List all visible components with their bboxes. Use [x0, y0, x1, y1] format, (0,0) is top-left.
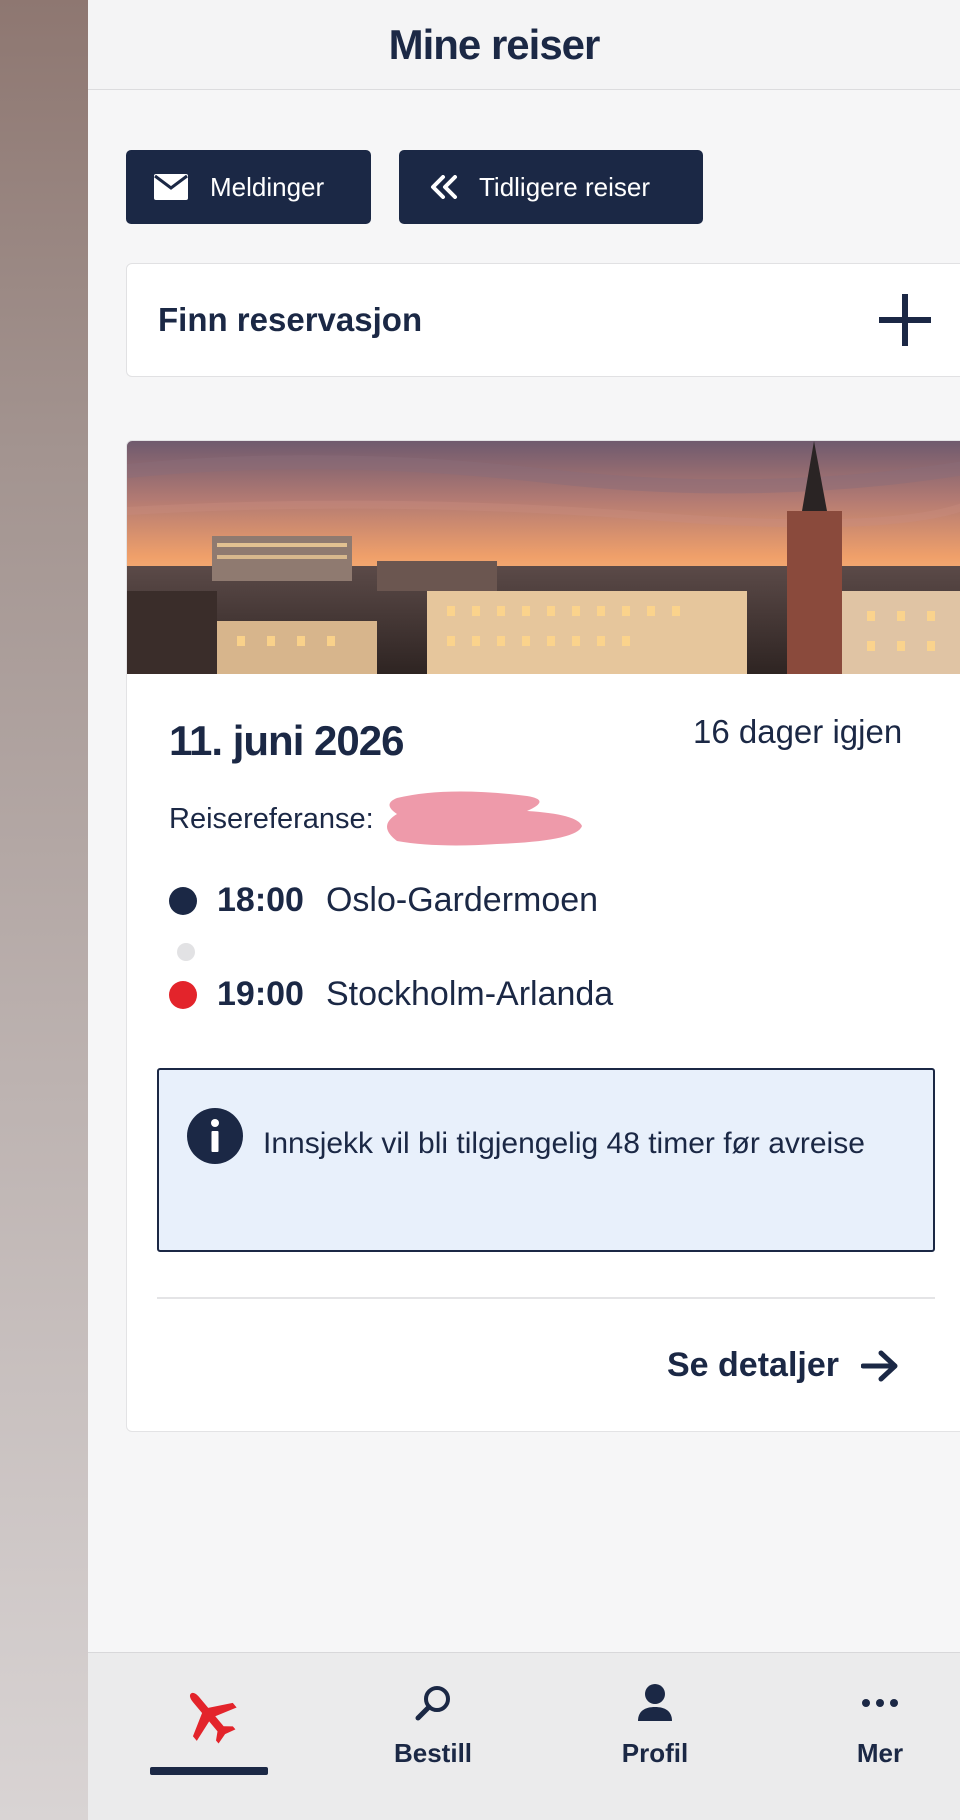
messages-label: Meldinger	[210, 171, 325, 202]
departure-airport: Oslo-Gardermoen	[325, 881, 599, 919]
page-title: Mine reiser	[388, 20, 601, 68]
find-reservation-label: Finn reservasjon	[158, 301, 423, 338]
days-left: 16 dager igjen	[693, 713, 903, 750]
see-details-label: Se detaljer	[667, 1346, 839, 1384]
app-screen: Mine reiser Meldinger Tidligere reiser F…	[88, 0, 960, 1820]
background-strip	[0, 0, 88, 1820]
nav-item-profile[interactable]: Profil	[575, 1683, 735, 1769]
plane-icon	[177, 1683, 241, 1752]
booking-reference-label: Reisereferanse:	[169, 803, 374, 835]
past-trips-label: Tidligere reiser	[479, 171, 650, 202]
arrival-dot	[169, 980, 197, 1009]
nav-item-more[interactable]: Mer	[800, 1683, 960, 1769]
arrow-right-icon	[860, 1350, 899, 1382]
card-divider	[157, 1297, 935, 1299]
checkin-info-text: Innsjekk vil bli tilgjengelig 48 timer f…	[263, 1127, 865, 1160]
nav-item-book[interactable]: Bestill	[353, 1683, 513, 1769]
nav-item-more-label: Mer	[856, 1738, 904, 1768]
top-header: Mine reiser	[88, 0, 960, 90]
messages-button[interactable]: Meldinger	[126, 150, 371, 224]
trip-date: 11. juni 2026	[169, 717, 404, 764]
arrival-stop: 19:00 Stockholm-Arlanda	[169, 975, 613, 1014]
booking-reference: Reisereferanse:	[169, 803, 374, 836]
redaction-mark	[387, 791, 582, 846]
nav-item-profile-label: Profil	[621, 1738, 689, 1768]
arrival-time: 19:00	[217, 975, 304, 1013]
search-icon	[413, 1683, 453, 1728]
trip-card: 11. juni 2026 16 dager igjen Reiserefera…	[126, 440, 960, 1432]
checkin-info-box: Innsjekk vil bli tilgjengelig 48 timer f…	[157, 1068, 935, 1252]
nav-item-book-label: Bestill	[393, 1738, 473, 1768]
destination-image	[127, 441, 960, 674]
active-tab-indicator	[150, 1767, 268, 1775]
route-connector-dot	[177, 943, 195, 961]
person-icon	[635, 1683, 675, 1728]
find-reservation-row[interactable]: Finn reservasjon	[126, 263, 960, 377]
more-icon	[860, 1683, 900, 1728]
departure-time: 18:00	[217, 881, 304, 919]
departure-stop: 18:00 Oslo-Gardermoen	[169, 881, 598, 920]
past-trips-button[interactable]: Tidligere reiser	[399, 150, 703, 224]
double-chevron-left-icon	[429, 175, 459, 199]
bottom-nav: Bestill Profil Mer	[88, 1652, 960, 1820]
nav-item-trips[interactable]	[129, 1683, 289, 1762]
arrival-airport: Stockholm-Arlanda	[325, 975, 614, 1013]
envelope-icon	[154, 174, 188, 200]
see-details-link[interactable]: Se detaljer	[667, 1346, 899, 1385]
info-icon	[187, 1108, 243, 1164]
plus-icon[interactable]	[879, 294, 931, 346]
departure-dot	[169, 886, 197, 915]
